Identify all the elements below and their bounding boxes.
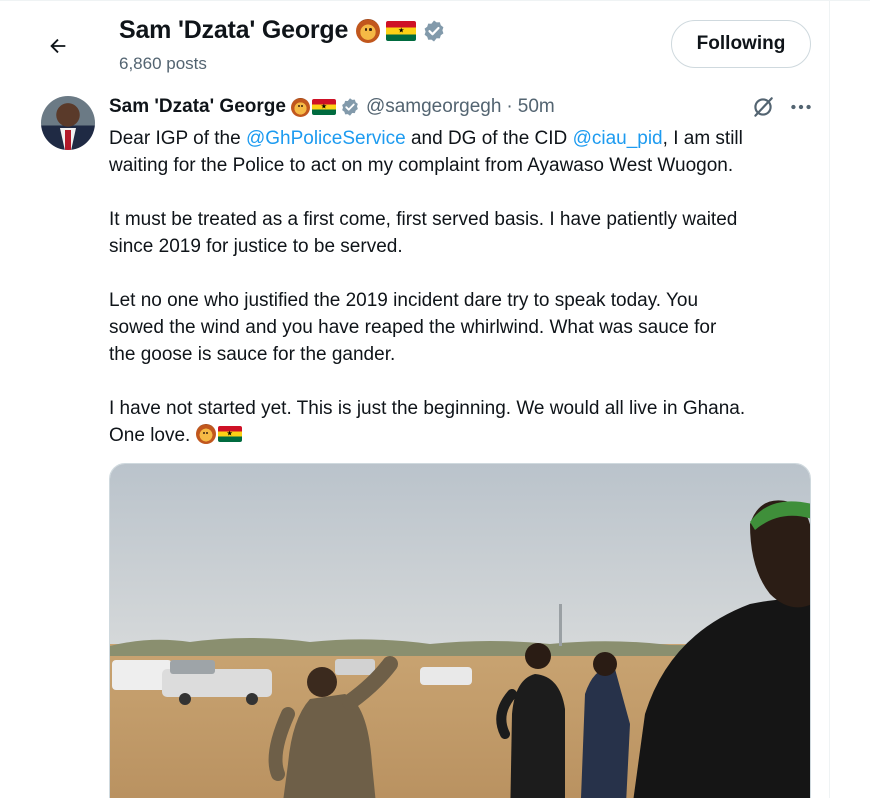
text-span: sowed the wind and you have reaped the w… (109, 317, 717, 338)
avatar-tie (65, 130, 71, 150)
text-span: the goose is sauce for the gander. (109, 344, 396, 365)
ghana-flag-icon (386, 20, 417, 41)
video-media[interactable] (109, 463, 811, 798)
mention-link[interactable]: @ciau_pid (573, 128, 663, 149)
lion-emoji-icon (290, 97, 310, 117)
video-frame (110, 464, 810, 798)
post-count: 6,860 posts (119, 54, 207, 73)
profile-header: Sam 'Dzata' George 6,860 posts Following (0, 0, 829, 86)
tweet-paragraph: It must be treated as a first come, firs… (109, 206, 819, 260)
tweet-header: Sam 'Dzata' George @samgeorgegh · 50m (109, 94, 555, 120)
tweet-paragraph: Dear IGP of the @GhPoliceService and DG … (109, 125, 819, 179)
text-span: and DG of the CID (405, 128, 573, 149)
verified-badge-icon (424, 20, 444, 41)
header-title: Sam 'Dzata' George (119, 16, 446, 45)
verified-badge-icon (342, 98, 358, 116)
lion-emoji-icon (356, 18, 381, 43)
tweet-timestamp[interactable]: 50m (518, 96, 555, 118)
text-span: since 2019 for justice to be served. (109, 236, 403, 257)
tweet-paragraph: Let no one who justified the 2019 incide… (109, 287, 819, 368)
tweet-text: Dear IGP of the @GhPoliceService and DG … (109, 125, 819, 449)
text-span: waiting for the Police to act on my comp… (109, 155, 734, 176)
following-button[interactable]: Following (671, 20, 811, 68)
mention-link[interactable]: @GhPoliceService (246, 128, 406, 149)
ghana-flag-icon (311, 99, 336, 115)
text-span: , I am still (662, 128, 743, 149)
text-span: One love. (109, 425, 196, 446)
text-span: I have not started yet. This is just the… (109, 398, 746, 419)
tweet-paragraph: I have not started yet. This is just the… (109, 395, 819, 449)
avatar[interactable] (41, 96, 95, 150)
more-icon[interactable] (788, 94, 814, 120)
ghana-flag-icon (217, 426, 242, 442)
back-button[interactable] (38, 26, 78, 66)
meta-separator: · (506, 96, 513, 117)
text-span: It must be treated as a first come, firs… (109, 209, 738, 230)
author-name[interactable]: Sam 'Dzata' George (109, 96, 286, 118)
page-title: Sam 'Dzata' George (119, 16, 349, 44)
column-divider (829, 0, 830, 798)
text-span: Let no one who justified the 2019 incide… (109, 290, 699, 311)
arrow-left-icon (50, 38, 66, 54)
text-span: Dear IGP of the (109, 128, 246, 149)
lion-emoji-icon (195, 424, 216, 444)
author-handle[interactable]: @samgeorgegh (366, 96, 501, 118)
grok-icon[interactable] (750, 94, 776, 120)
